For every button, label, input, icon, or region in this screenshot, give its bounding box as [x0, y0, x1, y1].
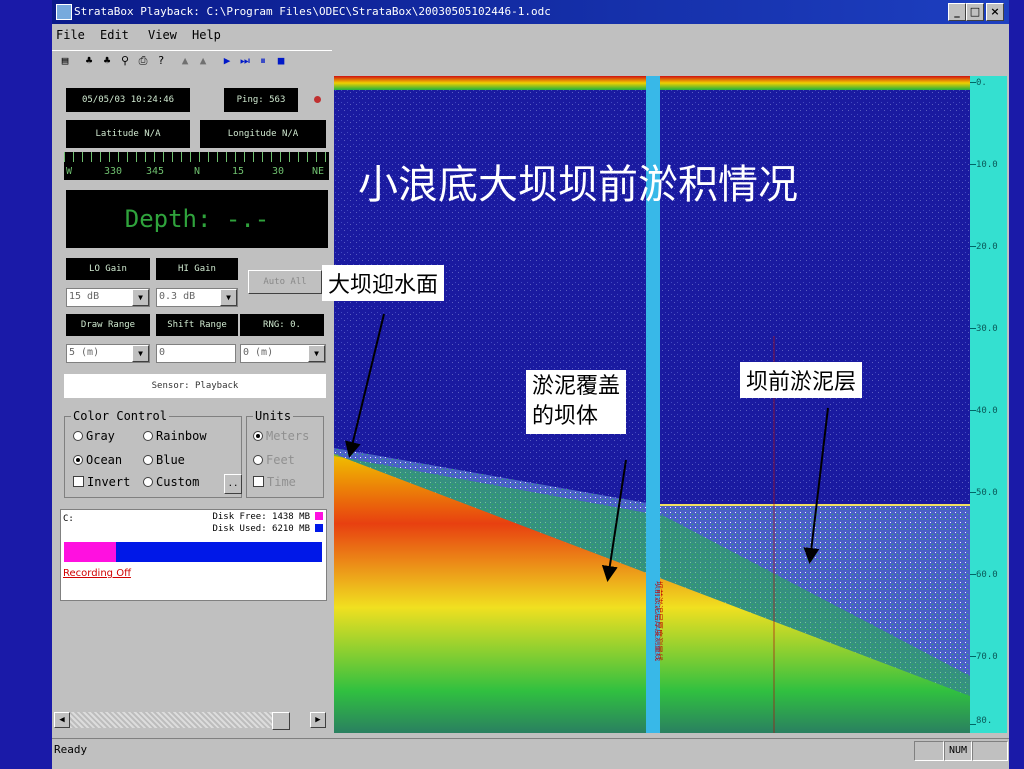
annotation-arrows: [345, 313, 829, 582]
arrow-dam-face: [345, 313, 385, 458]
arrow-silt-layer: [803, 407, 829, 564]
arrow-covered-dam: [601, 459, 627, 582]
